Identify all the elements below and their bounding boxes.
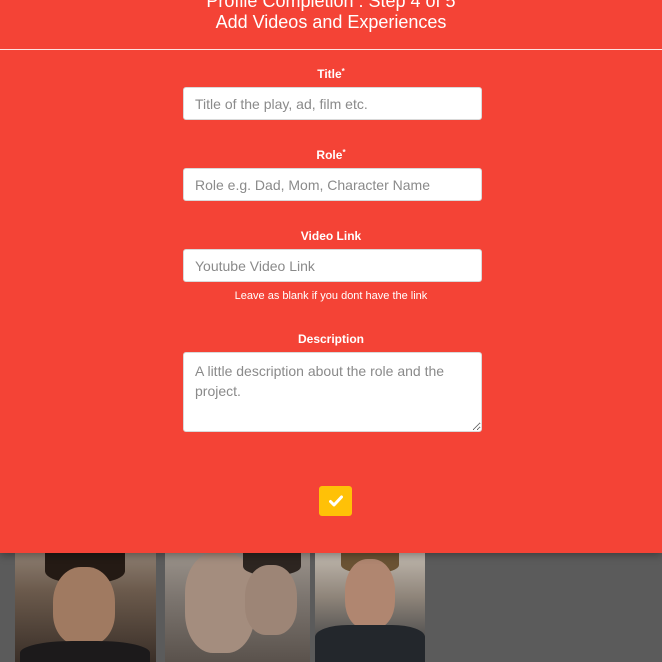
actor-photo-2[interactable]: [165, 553, 310, 662]
required-mark: *: [341, 67, 345, 76]
description-textarea[interactable]: [183, 352, 482, 432]
modal-header: Profile Completion : Step 4 of 5 Add Vid…: [0, 0, 662, 50]
video-link-help: Leave as blank if you dont have the link: [234, 290, 428, 302]
profile-completion-modal: Profile Completion : Step 4 of 5 Add Vid…: [0, 0, 662, 553]
checkmark-icon: [328, 495, 343, 507]
modal-title: Add Videos and Experiences: [215, 12, 447, 32]
role-input[interactable]: [183, 168, 482, 201]
actor-photo-3[interactable]: on: [315, 553, 425, 662]
description-label: Description: [297, 332, 364, 346]
submit-button[interactable]: [319, 486, 352, 516]
title-input[interactable]: [183, 87, 482, 120]
title-label: Title*: [317, 67, 345, 81]
required-mark: *: [342, 148, 346, 157]
video-link-input[interactable]: [183, 249, 482, 282]
actor-photo-1[interactable]: [15, 553, 156, 662]
video-link-label: Video Link: [300, 229, 362, 243]
role-label: Role*: [316, 148, 346, 162]
